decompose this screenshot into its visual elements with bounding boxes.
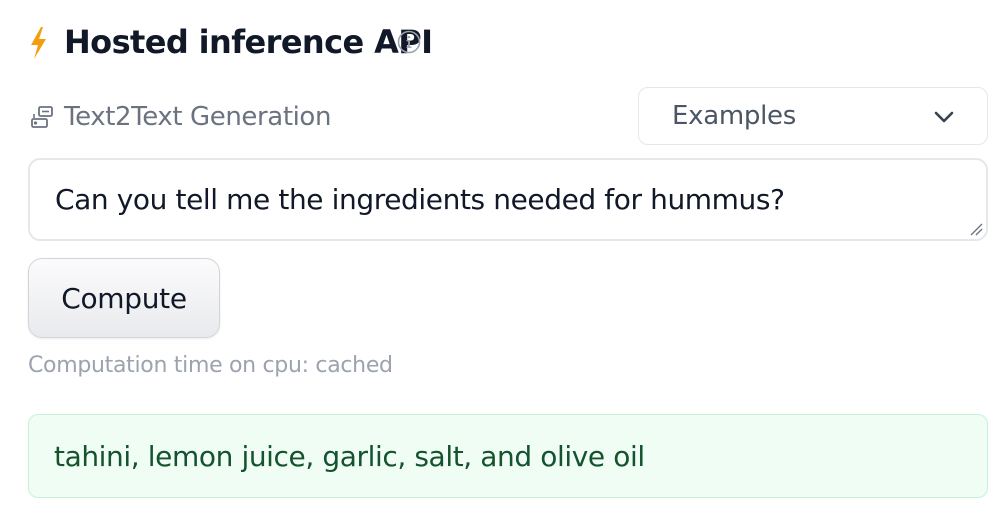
output-text: tahini, lemon juice, garlic, salt, and o… — [54, 440, 645, 473]
chevron-down-icon — [934, 111, 954, 123]
input-text: Can you tell me the ingredients needed f… — [55, 183, 785, 216]
examples-dropdown[interactable]: Examples — [638, 87, 988, 145]
compute-button[interactable]: Compute — [28, 258, 220, 338]
info-circle-icon[interactable] — [397, 30, 421, 54]
lightning-bolt-icon — [31, 27, 46, 59]
widget-title: Hosted inference API — [64, 23, 433, 61]
task-type-label: Text2Text Generation — [64, 102, 332, 132]
resize-handle-icon[interactable] — [969, 222, 983, 236]
output-panel: tahini, lemon juice, garlic, salt, and o… — [28, 414, 988, 498]
examples-dropdown-label: Examples — [672, 101, 796, 131]
input-textarea[interactable]: Can you tell me the ingredients needed f… — [28, 158, 988, 241]
compute-button-label: Compute — [61, 282, 187, 315]
text2text-generation-icon — [31, 106, 53, 128]
computation-time-status: Computation time on cpu: cached — [28, 353, 393, 378]
